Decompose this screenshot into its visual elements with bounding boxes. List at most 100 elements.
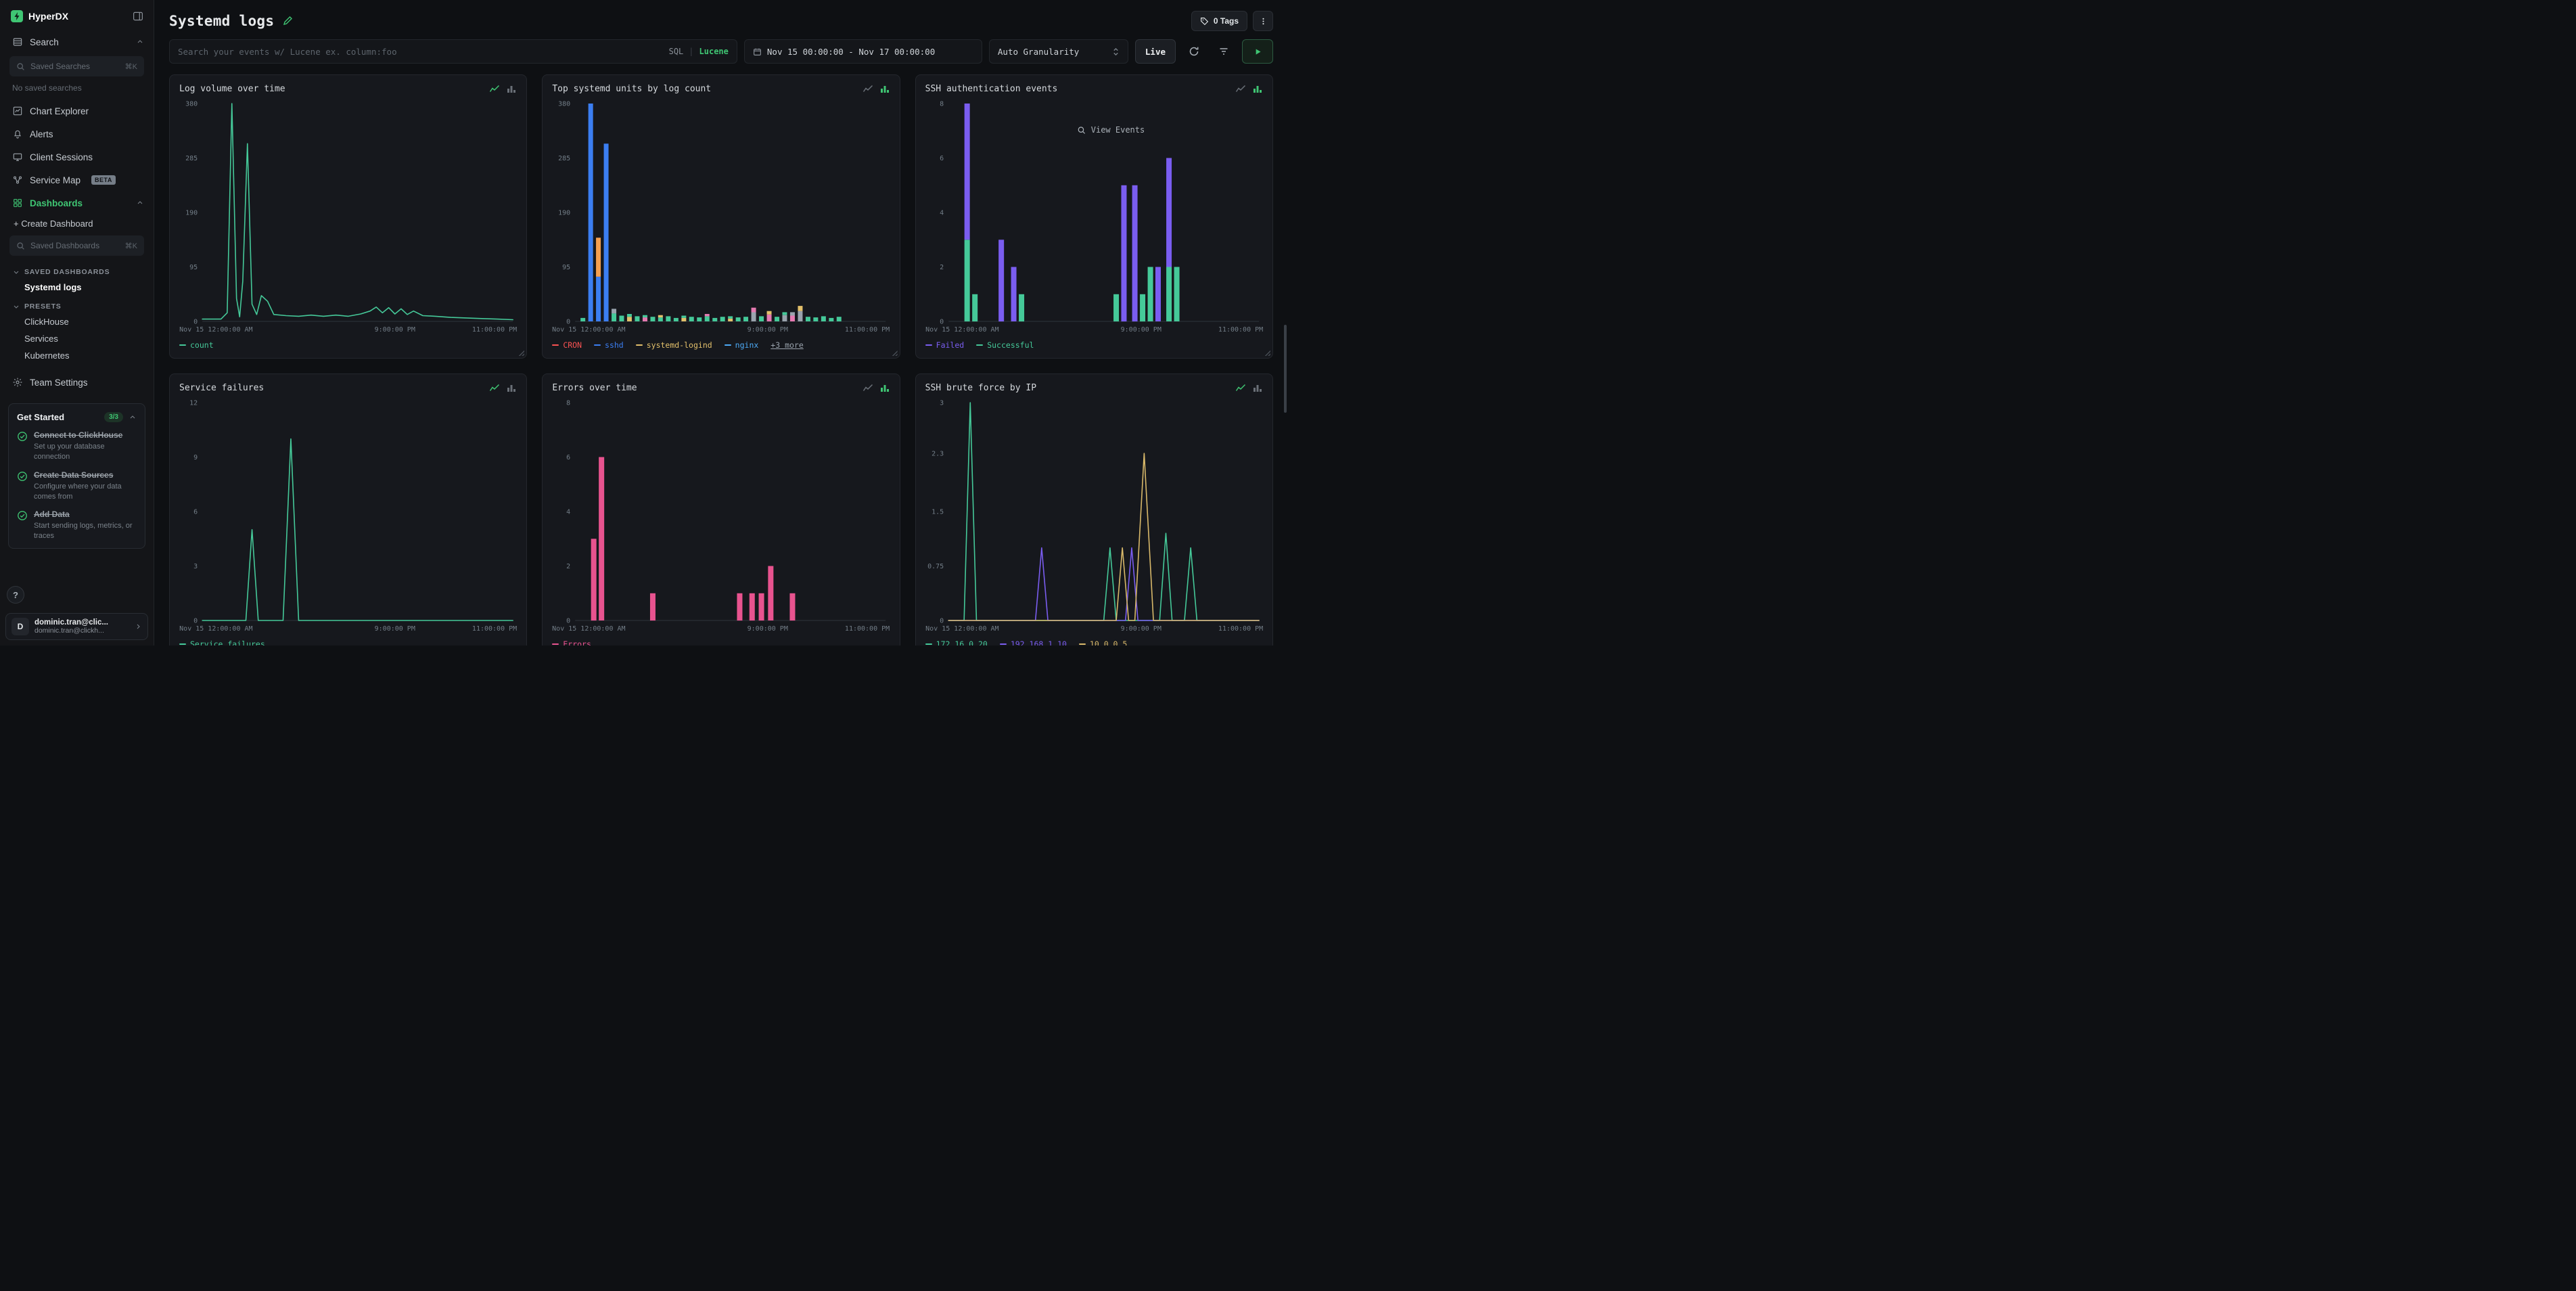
sidebar-item-chart-explorer[interactable]: Chart Explorer (0, 99, 154, 122)
tags-button[interactable]: 0 Tags (1191, 11, 1247, 31)
chart-area[interactable]: 02468Nov 15 12:00:00 AM9:00:00 PM11:00:0… (924, 97, 1264, 336)
chart-area[interactable]: 02468Nov 15 12:00:00 AM9:00:00 PM11:00:0… (551, 396, 891, 635)
line-chart-toggle-icon[interactable] (1235, 83, 1246, 94)
legend-item[interactable]: CRON (552, 340, 582, 350)
legend-item[interactable]: count (179, 340, 214, 350)
legend-item[interactable]: 192.168.1.10 (1000, 639, 1067, 646)
run-query-button[interactable] (1242, 39, 1273, 64)
scrollbar-thumb[interactable] (1284, 325, 1287, 413)
line-chart-toggle-icon[interactable] (862, 83, 873, 94)
bar-chart: 02468Nov 15 12:00:00 AM9:00:00 PM11:00:0… (551, 396, 891, 635)
legend-item[interactable]: Service failures (179, 639, 265, 646)
legend-item[interactable]: Failed (925, 340, 965, 350)
svg-text:9:00:00 PM: 9:00:00 PM (375, 625, 415, 633)
legend-item[interactable]: Successful (976, 340, 1034, 350)
line-chart-toggle-icon[interactable] (489, 382, 500, 393)
bar-chart-toggle-icon[interactable] (879, 83, 890, 94)
get-started-step[interactable]: Add Data Start sending logs, metrics, or… (17, 509, 137, 541)
help-button[interactable]: ? (7, 586, 24, 604)
chart-area[interactable]: 036912Nov 15 12:00:00 AM9:00:00 PM11:00:… (178, 396, 518, 635)
get-started-step[interactable]: Connect to ClickHouse Set up your databa… (17, 430, 137, 462)
legend-item[interactable]: 172.16.0.20 (925, 639, 988, 646)
sidebar-item-team-settings[interactable]: Team Settings (0, 371, 154, 394)
svg-text:6: 6 (940, 155, 944, 162)
step-desc: Configure where your data comes from (34, 482, 137, 502)
step-desc: Start sending logs, metrics, or traces (34, 521, 137, 541)
bar-chart: 095190285380Nov 15 12:00:00 AM9:00:00 PM… (551, 97, 891, 336)
user-menu[interactable]: D dominic.tran@clic... dominic.tran@clic… (5, 613, 148, 640)
refresh-button[interactable] (1182, 39, 1205, 64)
bar-chart-toggle-icon[interactable] (1252, 83, 1263, 94)
search-list-icon (12, 37, 23, 47)
dashboard-menu-button[interactable] (1253, 11, 1273, 31)
granularity-select[interactable]: Auto Granularity (989, 39, 1128, 64)
legend-item[interactable]: systemd-logind (636, 340, 712, 350)
bar-chart-toggle-icon[interactable] (506, 382, 517, 393)
dashboard-item-systemd-logs[interactable]: Systemd logs (0, 279, 154, 296)
sidebar-item-label: Client Sessions (30, 152, 144, 162)
line-chart-toggle-icon[interactable] (862, 382, 873, 393)
chart-area[interactable]: 095190285380Nov 15 12:00:00 AM9:00:00 PM… (178, 97, 518, 336)
search-icon (1078, 126, 1086, 135)
saved-dashboards-placeholder: Saved Dashboards (30, 241, 120, 250)
section-saved-dashboards[interactable]: SAVED DASHBOARDS (0, 261, 154, 279)
sidebar-item-service-map[interactable]: Service Map BETA (0, 168, 154, 191)
preset-item-kubernetes[interactable]: Kubernetes (0, 347, 154, 364)
bar-chart-toggle-icon[interactable] (506, 83, 517, 94)
svg-text:11:00:00 PM: 11:00:00 PM (472, 625, 517, 633)
panel-ssh-authentication-events: SSH authentication events 02468Nov 15 12… (915, 74, 1273, 359)
collapse-sidebar-icon[interactable] (132, 10, 144, 22)
get-started-header[interactable]: Get Started 3/3 (17, 412, 137, 422)
get-started-step[interactable]: Create Data Sources Configure where your… (17, 470, 137, 502)
panel-top-systemd-units: Top systemd units by log count 095190285… (542, 74, 900, 359)
bar-chart-toggle-icon[interactable] (1252, 382, 1263, 393)
chart-area[interactable]: 095190285380Nov 15 12:00:00 AM9:00:00 PM… (551, 97, 891, 336)
chevron-up-icon (129, 413, 137, 422)
language-toggle-sql[interactable]: SQL (669, 47, 684, 56)
sidebar-header: HyperDX (0, 0, 154, 30)
filter-button[interactable] (1212, 39, 1235, 64)
svg-text:0: 0 (193, 618, 198, 625)
view-events-button[interactable]: View Events (1078, 125, 1145, 135)
legend-item[interactable]: 10.0.0.5 (1079, 639, 1127, 646)
resize-handle[interactable] (1264, 349, 1270, 356)
svg-text:11:00:00 PM: 11:00:00 PM (845, 326, 890, 334)
sidebar-item-label: Dashboards (30, 198, 129, 208)
resize-handle[interactable] (891, 349, 898, 356)
chevron-down-icon (12, 268, 20, 276)
kbd-shortcut: ⌘K (125, 242, 137, 250)
user-name: dominic.tran@clic... (34, 618, 129, 627)
sidebar-item-search[interactable]: Search (0, 30, 154, 53)
section-presets[interactable]: PRESETS (0, 296, 154, 313)
chart-area[interactable]: 00.751.52.33Nov 15 12:00:00 AM9:00:00 PM… (924, 396, 1264, 635)
svg-text:9:00:00 PM: 9:00:00 PM (1120, 326, 1161, 334)
line-chart-toggle-icon[interactable] (489, 83, 500, 94)
bar-chart-toggle-icon[interactable] (879, 382, 890, 393)
legend-item[interactable]: nginx (724, 340, 759, 350)
sidebar-item-dashboards[interactable]: Dashboards (0, 191, 154, 214)
bell-icon (12, 129, 23, 139)
create-dashboard-button[interactable]: + Create Dashboard (0, 214, 154, 233)
svg-text:0: 0 (940, 319, 944, 326)
legend-item[interactable]: +3 more (770, 340, 803, 350)
language-toggle-lucene[interactable]: Lucene (699, 47, 729, 56)
preset-item-clickhouse[interactable]: ClickHouse (0, 313, 154, 330)
saved-searches-input[interactable]: Saved Searches ⌘K (9, 56, 144, 76)
legend-item[interactable]: sshd (594, 340, 624, 350)
svg-text:190: 190 (185, 210, 198, 217)
resize-handle[interactable] (518, 349, 524, 356)
edit-title-icon[interactable] (282, 16, 293, 26)
preset-item-services[interactable]: Services (0, 330, 154, 347)
chevron-down-icon (12, 302, 20, 311)
line-chart-toggle-icon[interactable] (1235, 382, 1246, 393)
sidebar-item-client-sessions[interactable]: Client Sessions (0, 145, 154, 168)
event-search-input[interactable]: Search your events w/ Lucene ex. column:… (169, 39, 737, 64)
saved-dashboards-input[interactable]: Saved Dashboards ⌘K (9, 235, 144, 256)
search-icon (16, 242, 25, 250)
legend-item[interactable]: Errors (552, 639, 591, 646)
check-circle-icon (17, 471, 28, 482)
live-button[interactable]: Live (1135, 39, 1176, 64)
page-title: Systemd logs (169, 13, 274, 29)
sidebar-item-alerts[interactable]: Alerts (0, 122, 154, 145)
time-range-picker[interactable]: Nov 15 00:00:00 - Nov 17 00:00:00 (744, 39, 982, 64)
